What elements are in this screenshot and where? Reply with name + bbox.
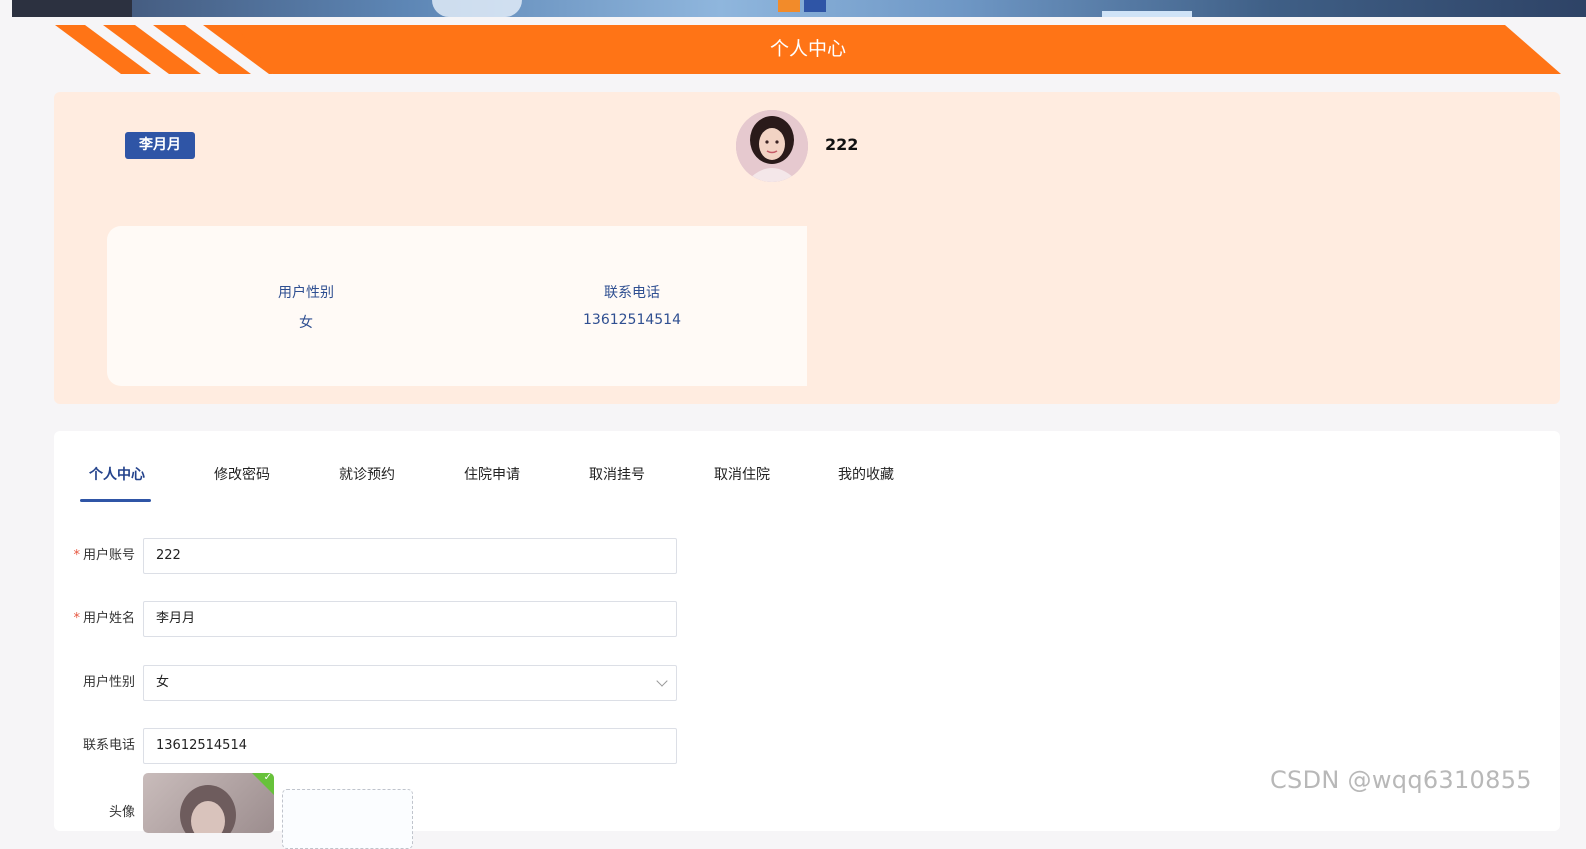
info-value: 13612514514 [583,312,681,328]
profile-card: 李月月 222 用户性别 女 联系电话 13612514514 [54,92,1560,404]
tab-hospitalization-apply[interactable]: 住院申请 [464,461,520,503]
active-tab-indicator [80,499,151,502]
phone-label: 联系电话 [82,738,135,753]
info-value: 女 [299,315,313,331]
upload-trigger[interactable] [282,789,413,849]
avatar-label: 头像 [108,805,135,820]
banner-shape [778,0,800,12]
tab-change-password[interactable]: 修改密码 [214,461,270,503]
info-label: 用户性别 [278,285,334,301]
tab-my-favorites[interactable]: 我的收藏 [838,461,894,503]
info-box: 用户性别 女 联系电话 13612514514 [107,226,807,386]
uploaded-avatar-thumbnail[interactable]: ✓ [143,773,274,833]
account-label: * 用户账号 [54,538,135,574]
page-title-bar: 个人中心 [55,25,1561,74]
gender-select[interactable]: 女 [143,665,677,701]
user-account: 222 [825,135,859,154]
tab-personal-center[interactable]: 个人中心 [89,461,145,503]
phone-input[interactable]: 13612514514 [143,728,677,764]
user-name-badge: 李月月 [125,132,195,159]
account-input[interactable]: 222 [143,538,677,574]
tab-cancel-registration[interactable]: 取消挂号 [589,461,645,503]
banner-shape [432,0,522,17]
user-avatar [736,110,808,182]
account-label-text: 用户账号 [82,548,135,563]
banner-shape [12,0,132,17]
check-icon: ✓ [263,773,272,783]
tab-appointment[interactable]: 就诊预约 [339,461,395,503]
banner-shape [1102,11,1192,17]
required-mark: * [73,548,80,563]
gender-label: 用户性别 [82,675,135,690]
info-label: 联系电话 [604,285,660,301]
chevron-down-icon [656,675,668,687]
required-mark: * [73,611,80,626]
gender-select-value: 女 [156,675,170,690]
info-gender: 用户性别 女 [256,282,356,332]
tab-cancel-hospitalization[interactable]: 取消住院 [714,461,770,503]
avatar-image [736,110,808,182]
top-banner-image [12,0,1586,17]
watermark: CSDN @wqq6310855 [1270,766,1532,794]
banner-shape [804,0,826,12]
name-label: * 用户姓名 [54,601,135,637]
name-label-text: 用户姓名 [82,611,135,626]
page-title: 个人中心 [769,38,846,60]
name-input[interactable]: 李月月 [143,601,677,637]
info-phone: 联系电话 13612514514 [582,282,682,328]
